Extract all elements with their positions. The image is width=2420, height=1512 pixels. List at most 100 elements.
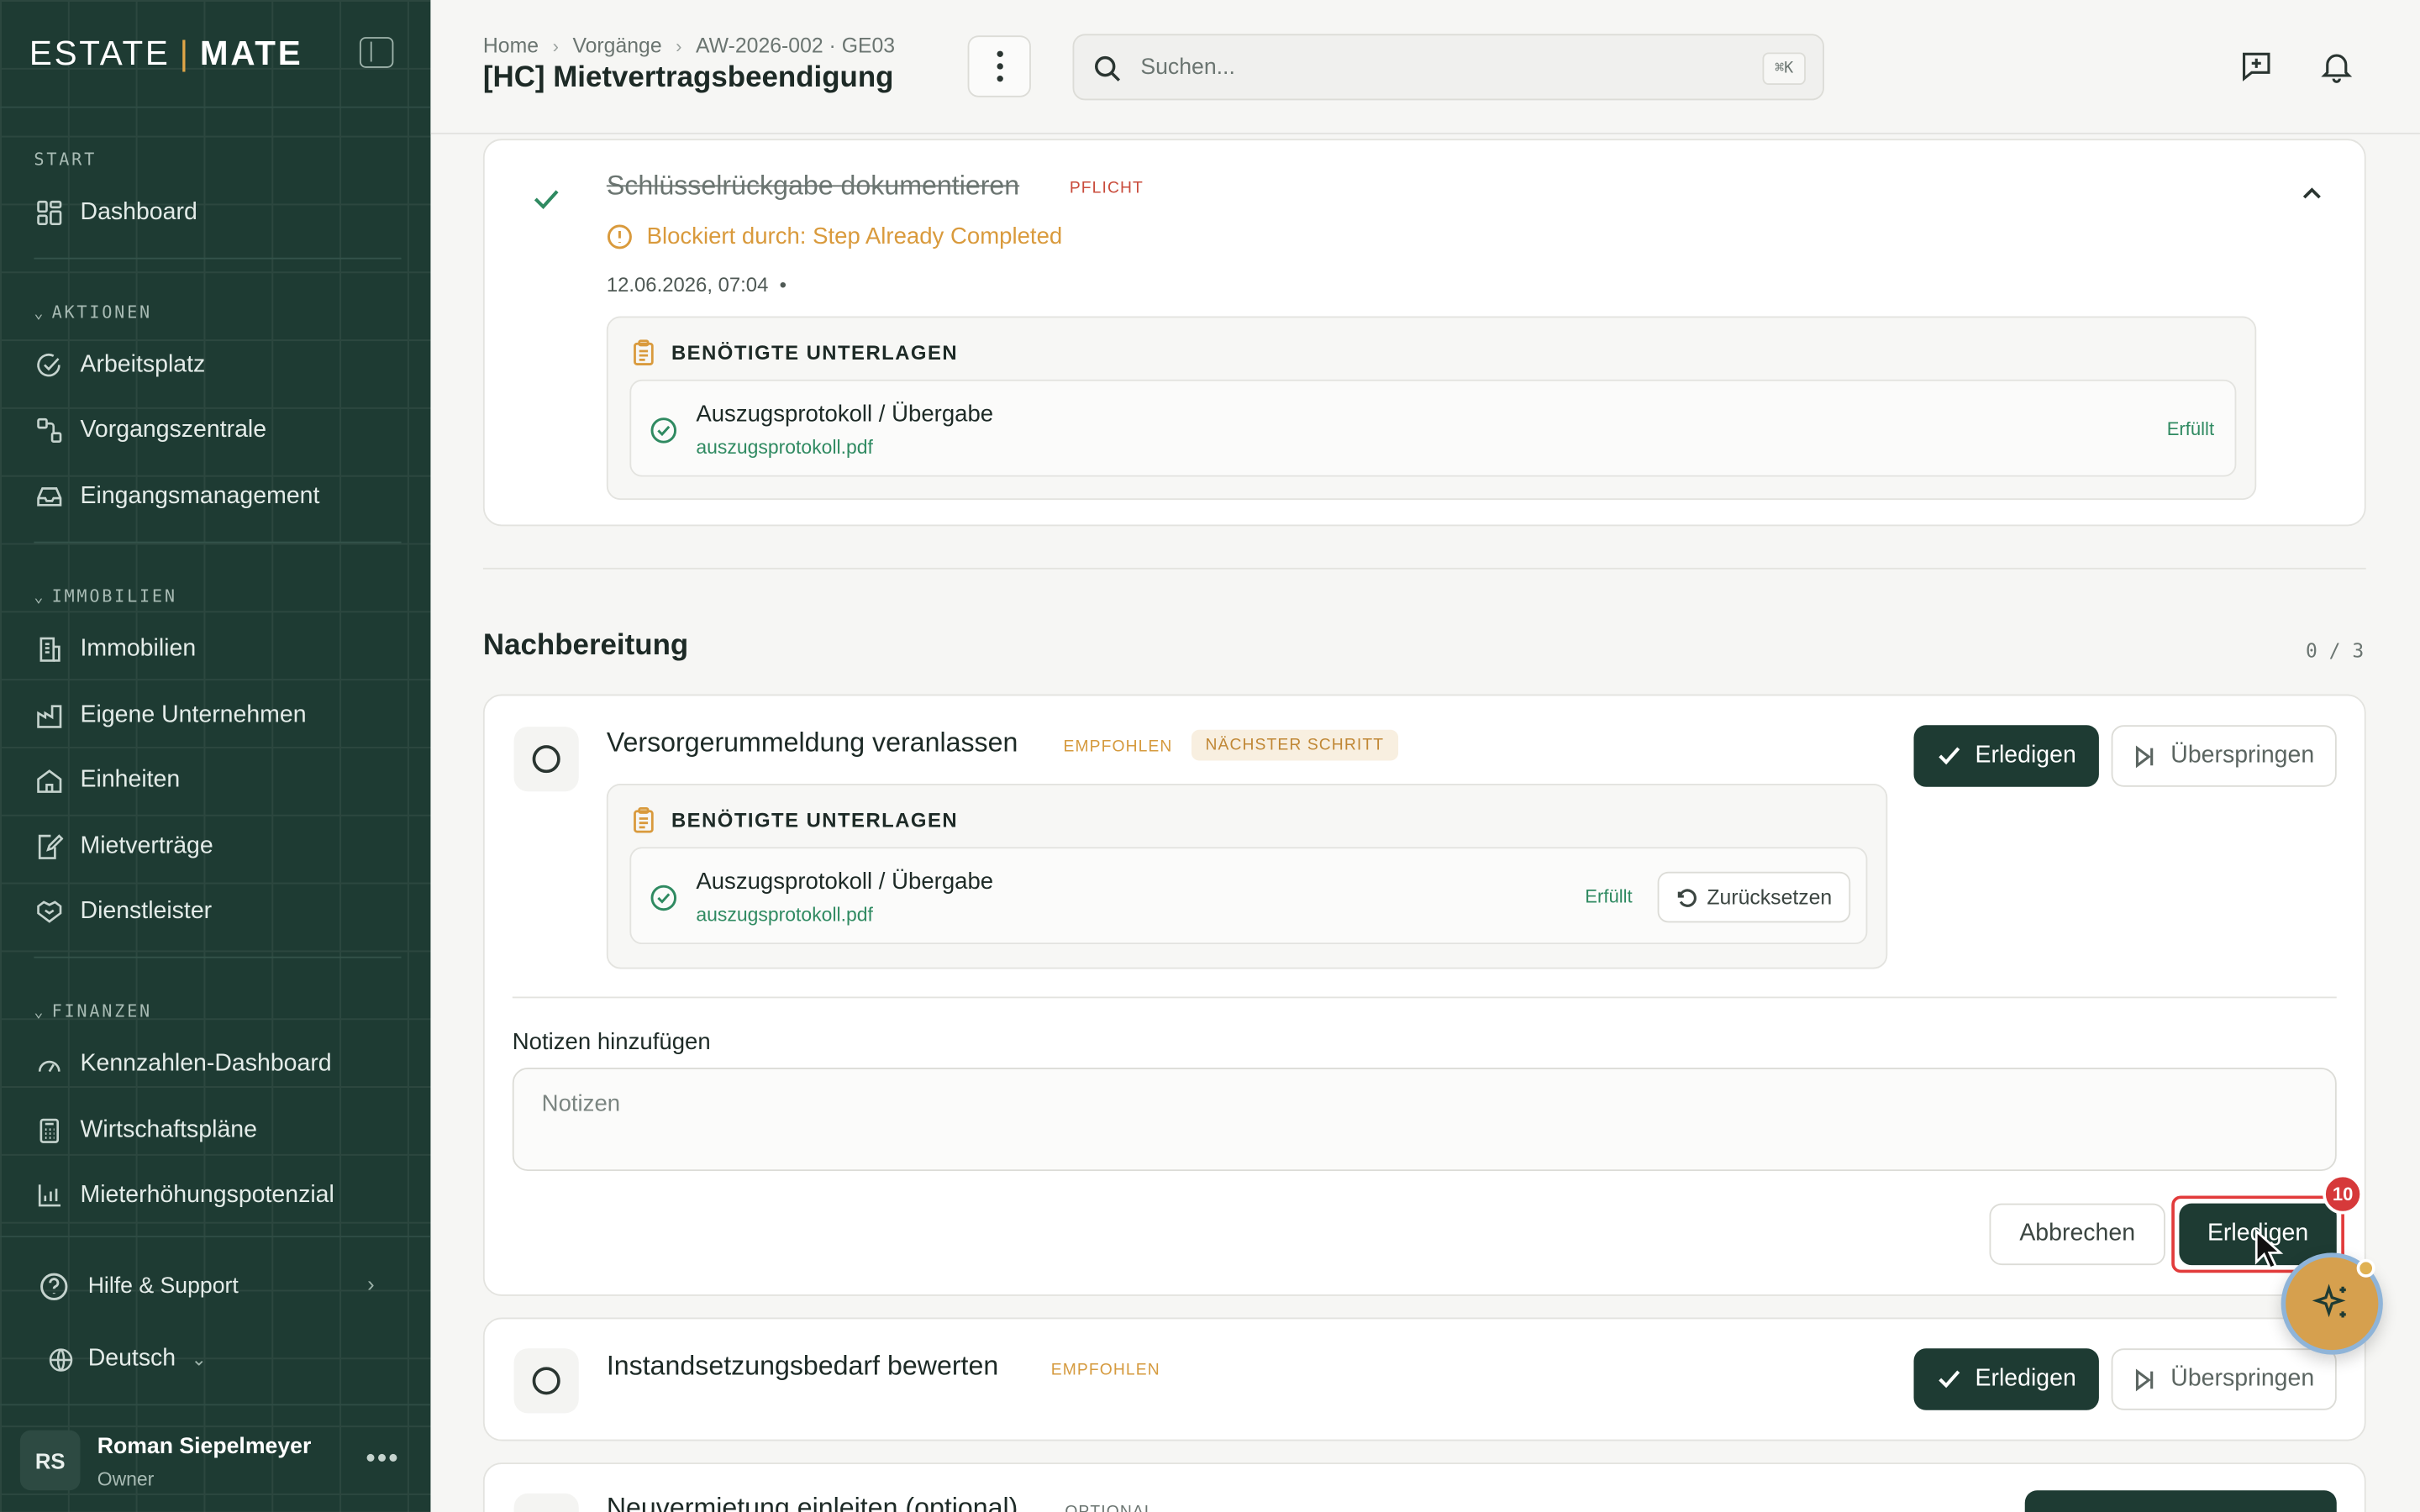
sidebar-item-mietvertraege[interactable]: Mietverträge <box>34 824 213 870</box>
sidebar-item-eigene-unternehmen[interactable]: Eigene Unternehmen <box>34 693 307 739</box>
help-support-link[interactable]: Hilfe & Support <box>39 1265 239 1308</box>
sidebar-item-arbeitsplatz[interactable]: Arbeitsplatz <box>34 343 205 389</box>
recommended-tag: EMPFOHLEN <box>1050 1360 1160 1380</box>
sidebar-item-vorgangszentrale[interactable]: Vorgangszentrale <box>34 407 266 454</box>
calculator-icon <box>34 1116 65 1147</box>
sidebar-item-label: Eingangsmanagement <box>80 482 320 510</box>
sidebar-separator <box>34 541 402 543</box>
step-card: Instandsetzungsbedarf bewerten EMPFOHLEN… <box>482 1317 2366 1441</box>
rotate-ccw-icon <box>1677 888 1697 906</box>
sidebar-item-label: Wirtschaftspläne <box>80 1116 257 1143</box>
globe-icon <box>49 1347 73 1371</box>
optional-tag: OPTIONAL <box>1065 1503 1154 1512</box>
sidebar-item-label: Kennzahlen-Dashboard <box>80 1050 332 1078</box>
sidebar-item-wirtschaftsplaene[interactable]: Wirtschaftspläne <box>34 1108 257 1154</box>
brand-logo[interactable]: ESTATE | MATE <box>29 34 303 74</box>
bar-chart-icon <box>34 1180 65 1211</box>
sidebar-item-immobilien[interactable]: Immobilien <box>34 627 196 673</box>
more-actions-button[interactable] <box>967 35 1031 97</box>
breadcrumb-current: AW-2026-002 · GE03 <box>696 34 896 57</box>
section-label-text: IMMOBILIEN <box>51 585 177 606</box>
sidebar-item-label: Vorgangszentrale <box>80 416 267 444</box>
search-bar[interactable]: ⌘K <box>1072 34 1824 101</box>
home-icon <box>34 765 65 796</box>
cancel-button[interactable]: Abbrechen <box>1989 1203 2165 1266</box>
page-title: [HC] Mietvertragsbeendigung <box>482 61 894 95</box>
sidebar-separator <box>34 956 402 958</box>
step-card-active: Versorgerummeldung veranlassen EMPFOHLEN… <box>482 694 2366 1296</box>
gauge-icon <box>34 1049 65 1080</box>
feedback-icon[interactable] <box>2239 50 2276 87</box>
sidebar-item-kennzahlen-dashboard[interactable]: Kennzahlen-Dashboard <box>34 1042 332 1088</box>
step-status-radio[interactable] <box>513 1348 579 1414</box>
workflow-icon <box>34 415 65 446</box>
skip-button[interactable]: Überspringen <box>2111 725 2337 787</box>
step-status-radio[interactable] <box>513 727 579 792</box>
annotation-badge: 10 <box>2323 1173 2363 1215</box>
building-icon <box>34 634 65 665</box>
start-button[interactable] <box>2024 1490 2337 1512</box>
documents-heading: BENÖTIGTE UNTERLAGEN <box>631 339 958 365</box>
sidebar-item-label: Eigene Unternehmen <box>80 701 307 728</box>
inbox-icon <box>34 481 65 512</box>
step-title: Schlüsselrückgabe dokumentieren <box>606 170 1020 201</box>
section-label-finanzen[interactable]: ⌄ FINANZEN <box>34 1001 152 1021</box>
reset-button-label: Zurücksetzen <box>1707 885 1833 909</box>
search-icon <box>1095 55 1121 81</box>
document-file-link[interactable]: auszugsprotokoll.pdf <box>696 437 873 459</box>
sidebar-item-dienstleister[interactable]: Dienstleister <box>34 889 212 935</box>
sidebar-item-mieterhoehungspotenzial[interactable]: Mieterhöhungspotenzial <box>34 1173 334 1219</box>
chevron-up-icon[interactable] <box>2300 182 2324 207</box>
section-title: Nachbereitung <box>482 629 689 662</box>
sidebar-separator <box>34 257 402 260</box>
sidebar-item-dashboard[interactable]: Dashboard <box>34 190 197 236</box>
sidebar-toggle-icon[interactable] <box>359 37 394 68</box>
bell-icon[interactable] <box>2320 50 2357 87</box>
breadcrumb-home[interactable]: Home <box>483 34 539 57</box>
completed-date-value: 12.06.2026, 07:04 <box>606 273 769 297</box>
handshake-icon <box>34 896 65 927</box>
notification-dot <box>2356 1258 2375 1278</box>
required-documents: BENÖTIGTE UNTERLAGEN Auszugsprotokoll / … <box>606 316 2257 501</box>
user-profile[interactable]: RS Roman Siepelmeyer Owner ••• <box>0 1404 431 1512</box>
language-select[interactable]: Deutsch ⌄ <box>48 1339 207 1379</box>
required-documents: BENÖTIGTE UNTERLAGEN Auszugsprotokoll / … <box>606 784 1888 969</box>
section-label-text: FINANZEN <box>51 1001 152 1021</box>
step-status-radio[interactable] <box>513 1493 579 1512</box>
user-name: Roman Siepelmeyer <box>97 1435 312 1460</box>
help-icon <box>40 1273 68 1300</box>
section-label-aktionen[interactable]: ⌄ AKTIONEN <box>34 302 152 323</box>
step-card-completed: Schlüsselrückgabe dokumentieren PFLICHT … <box>482 139 2366 527</box>
documents-heading-text: BENÖTIGTE UNTERLAGEN <box>671 340 959 365</box>
help-label: Hilfe & Support <box>87 1274 239 1299</box>
alert-circle-icon <box>607 224 632 249</box>
brand-logo-separator: | <box>179 34 191 73</box>
sidebar-item-label: Dienstleister <box>80 897 213 925</box>
breadcrumb-vorgaenge[interactable]: Vorgänge <box>572 34 661 57</box>
document-file-link[interactable]: auszugsprotokoll.pdf <box>696 904 873 926</box>
search-input[interactable] <box>1140 49 1728 87</box>
complete-button-label: Erledigen <box>1975 742 2076 769</box>
sidebar-item-einheiten[interactable]: Einheiten <box>34 758 180 804</box>
reset-button[interactable]: Zurücksetzen <box>1657 871 1851 923</box>
sidebar-item-label: Dashboard <box>80 198 197 226</box>
blocked-text: Blockiert durch: Step Already Completed <box>646 223 1063 250</box>
complete-button[interactable]: Erledigen <box>1913 1348 2099 1410</box>
step-title: Instandsetzungsbedarf bewerten <box>606 1350 999 1381</box>
blocked-notice: Blockiert durch: Step Already Completed <box>607 223 1063 250</box>
skip-forward-icon <box>2136 744 2154 768</box>
document-name: Auszugsprotokoll / Übergabe <box>696 869 994 895</box>
breadcrumb: Home › Vorgänge › AW-2026-002 · GE03 <box>483 34 895 57</box>
sidebar-divider <box>0 106 431 108</box>
complete-button[interactable]: Erledigen <box>1913 725 2099 787</box>
notes-textarea[interactable] <box>512 1067 2337 1172</box>
card-divider <box>512 996 2337 999</box>
completed-date: 12.06.2026, 07:04 • <box>607 273 786 297</box>
document-item: Auszugsprotokoll / Übergabe auszugsproto… <box>629 847 1868 945</box>
complete-button-label: Erledigen <box>1975 1365 2076 1392</box>
sidebar-item-eingangsmanagement[interactable]: Eingangsmanagement <box>34 474 319 520</box>
chevron-right-icon: › <box>676 34 682 57</box>
skip-button[interactable]: Überspringen <box>2111 1348 2337 1410</box>
section-label-immobilien[interactable]: ⌄ IMMOBILIEN <box>34 586 176 606</box>
more-horizontal-icon[interactable]: ••• <box>366 1442 399 1475</box>
